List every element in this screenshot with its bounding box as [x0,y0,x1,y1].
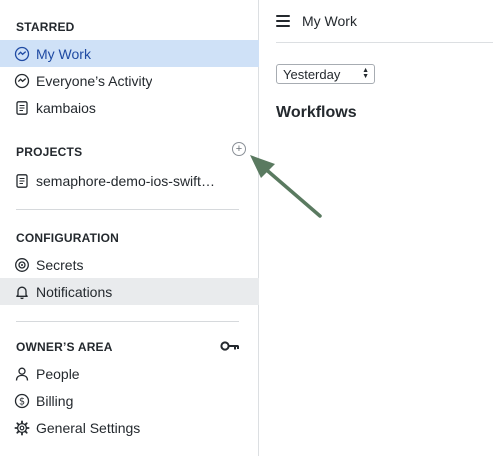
section-title-owners-area: OWNER’S AREA [16,340,113,354]
top-bar: My Work [276,0,493,43]
sidebar-item-label: kambaios [36,99,96,116]
section-title-starred: STARRED [16,20,75,34]
page-title: My Work [302,13,357,29]
sidebar-item-notifications[interactable]: Notifications [0,278,259,305]
hamburger-menu-icon[interactable] [276,15,290,27]
bell-icon [14,284,30,300]
plus-icon: + [235,142,243,155]
sidebar-item-general-settings[interactable]: General Settings [0,414,259,441]
section-title-projects: PROJECTS [16,145,83,159]
date-filter-select[interactable]: Yesterday ▲ ▼ [276,64,375,84]
sidebar-item-label: Secrets [36,256,84,273]
secrets-icon [14,257,30,273]
sidebar-item-everyones-activity[interactable]: Everyone’s Activity [0,67,259,94]
workflows-heading: Workflows [276,104,357,121]
sidebar: STARRED My Work Everyone’s Activity kamb… [0,0,259,456]
sidebar-item-people[interactable]: People [0,360,259,387]
main-panel: My Work Yesterday ▲ ▼ Workflows [260,0,493,456]
sidebar-item-label: People [36,365,80,382]
person-icon [14,366,30,382]
sidebar-item-label: My Work [36,45,91,62]
divider [16,321,239,322]
dollar-icon: $ [14,393,30,409]
select-arrows-icon: ▲ ▼ [362,67,369,80]
svg-text:$: $ [19,396,25,407]
sidebar-item-billing[interactable]: $ Billing [0,387,259,414]
document-icon [14,173,30,189]
sidebar-item-label: General Settings [36,419,141,436]
sidebar-item-label: Everyone’s Activity [36,72,153,89]
date-filter-value: Yesterday [283,66,341,82]
sidebar-item-label: Billing [36,392,74,409]
sidebar-item-secrets[interactable]: Secrets [0,251,259,278]
sidebar-item-project-semaphore-demo[interactable]: semaphore-demo-ios-swift… [0,167,259,194]
sidebar-item-label: semaphore-demo-ios-swift… [36,172,215,189]
document-icon [14,100,30,116]
key-icon [220,341,239,351]
add-project-button[interactable]: + [232,142,246,156]
sidebar-item-kambaios[interactable]: kambaios [0,94,259,121]
my-work-icon [14,46,30,62]
divider [16,209,239,210]
gear-icon [14,420,30,436]
sidebar-item-label: Notifications [36,283,113,300]
activity-icon [14,73,30,89]
sidebar-item-my-work[interactable]: My Work [0,40,259,67]
section-title-configuration: CONFIGURATION [16,231,120,245]
